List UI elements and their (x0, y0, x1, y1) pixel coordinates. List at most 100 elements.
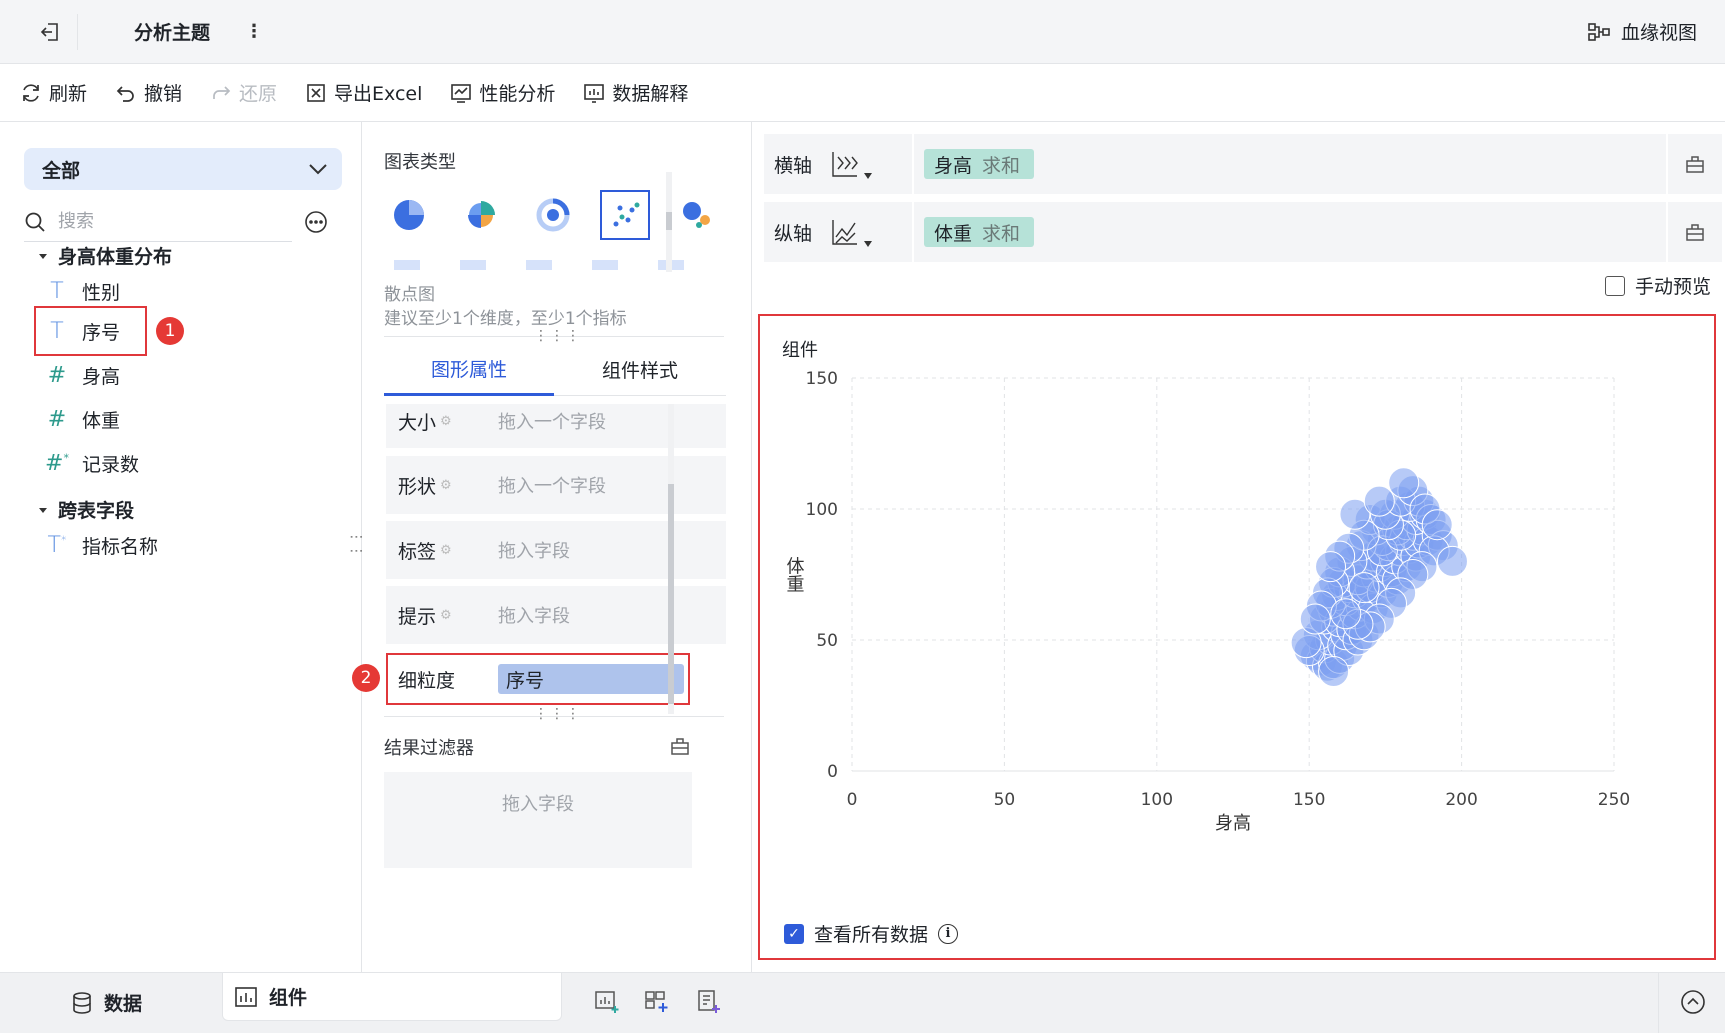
view-all-data-checkbox[interactable]: ✓ (784, 923, 804, 944)
y-axis-filter-icon[interactable] (1666, 202, 1722, 262)
prop-label[interactable]: 标签 ⚙ 拖入字段 (386, 521, 726, 579)
tab-component[interactable]: 组件 (222, 973, 562, 1021)
field-label: 指标名称 (82, 536, 159, 558)
export-excel-label: 导出Excel (334, 83, 423, 105)
field-gender[interactable]: T 性别 (44, 278, 120, 305)
bottom-bar: 数据 组件 (0, 972, 1725, 1033)
field-serial[interactable]: T 序号 (44, 318, 120, 345)
chart-type-scrollbar[interactable] (666, 172, 672, 272)
performance-label: 性能分析 (479, 83, 556, 105)
prop-name: 细粒度 (398, 669, 456, 692)
x-axis-filter-icon[interactable] (1666, 134, 1722, 194)
scatter-point[interactable] (1388, 467, 1420, 499)
group-cross-table[interactable]: 跨表字段 (38, 496, 134, 523)
group-label: 跨表字段 (58, 500, 135, 522)
tab-graphic-properties[interactable]: 图形属性 (384, 344, 554, 396)
undo-icon (116, 85, 134, 102)
refresh-button[interactable]: 刷新 (20, 79, 87, 106)
scatter-point[interactable] (1348, 572, 1380, 604)
filter-drop-text: 拖入字段 (502, 794, 574, 815)
component-tab-label: 组件 (269, 987, 308, 1009)
add-story-icon[interactable] (696, 989, 722, 1015)
bubble-chart-icon[interactable] (672, 190, 722, 240)
prop-tooltip[interactable]: 提示 ⚙ 拖入字段 (386, 586, 726, 644)
search-input[interactable] (58, 211, 258, 232)
y-axis-row: 纵轴 体重 求和 (764, 202, 1722, 262)
properties-scrollbar[interactable] (668, 404, 674, 714)
search-box (24, 202, 292, 242)
x-tick-label: 200 (1445, 790, 1477, 810)
tab-data[interactable]: 数据 (72, 989, 142, 1016)
scatter-point[interactable] (1330, 598, 1362, 630)
field-record-count[interactable]: #* 记录数 (44, 450, 139, 477)
axis-label-text: 横轴 (774, 154, 813, 177)
y-tick-label: 50 (816, 631, 838, 651)
y-field-pill[interactable]: 体重 求和 (924, 217, 1035, 247)
export-excel-button[interactable]: 导出Excel (305, 79, 422, 106)
chart-type-name: 散点图 (384, 285, 435, 305)
page-title: 分析主题 (134, 22, 211, 44)
y-axis-settings-icon[interactable] (830, 217, 873, 247)
scope-select[interactable]: 全部 (24, 148, 342, 190)
view-all-data-toggle[interactable]: ✓ 查看所有数据 i (784, 920, 959, 947)
scatter-chart-icon[interactable] (600, 190, 650, 240)
exit-icon[interactable] (22, 14, 78, 50)
redo-label: 还原 (239, 83, 278, 105)
manual-preview-toggle[interactable]: 手动预览 (1604, 272, 1711, 299)
search-icon (25, 212, 45, 232)
pie-chart-icon[interactable] (384, 190, 434, 240)
collapse-up-icon[interactable] (1680, 989, 1706, 1015)
prop-shape[interactable]: 形状 ⚙ 拖入一个字段 (386, 456, 726, 514)
donut-chart-icon[interactable] (528, 190, 578, 240)
add-dashboard-icon[interactable] (644, 989, 670, 1015)
pill-aggregation: 求和 (982, 154, 1021, 177)
caret-down-icon (39, 253, 47, 259)
scatter-point[interactable] (1421, 509, 1453, 541)
filter-settings-icon[interactable] (670, 736, 690, 756)
x-axis-settings-icon[interactable] (830, 149, 873, 179)
refresh-icon (23, 83, 39, 102)
scatter-point[interactable] (1436, 545, 1468, 577)
resize-handle[interactable]: ⋮⋮⋮ (534, 328, 582, 344)
x-field-pill[interactable]: 身高 求和 (924, 149, 1035, 179)
more-options-icon[interactable]: ⋮ (244, 18, 264, 44)
group-height-weight[interactable]: 身高体重分布 (38, 242, 172, 269)
result-filter-drop-zone[interactable]: 拖入字段 (384, 772, 692, 868)
field-indicator-name[interactable]: T* 指标名称 (44, 532, 159, 559)
config-panel: 图表类型 散点图 建议至少1个维度，至少1个指标 ⋮⋮⋮ 图形属性 组件样式 大… (352, 122, 752, 972)
scatter-chart: 0 50 100 150 200 250 0 50 100 150 身高 体重 (784, 369, 1631, 834)
prop-name: 形状 ⚙ (398, 475, 452, 498)
add-component-icon[interactable] (594, 989, 620, 1015)
prop-granularity[interactable]: 细粒度 序号 (386, 653, 690, 705)
rose-chart-icon[interactable] (456, 190, 506, 240)
result-filter-heading: 结果过滤器 (384, 738, 474, 759)
scatter-point[interactable] (1363, 485, 1395, 517)
y-tick-label: 0 (827, 762, 838, 782)
field-label: 体重 (82, 410, 121, 432)
field-weight[interactable]: # 体重 (44, 406, 120, 433)
scatter-point[interactable] (1315, 551, 1347, 583)
dimension-text-icon: T (50, 279, 64, 304)
refresh-label: 刷新 (49, 83, 88, 105)
more-circle-icon[interactable] (304, 210, 328, 234)
scatter-point[interactable] (1318, 655, 1350, 687)
info-icon[interactable]: i (938, 923, 959, 944)
tab-component-style[interactable]: 组件样式 (554, 344, 726, 396)
prop-size[interactable]: 大小 ⚙ 拖入一个字段 (386, 404, 726, 448)
measure-calculated-icon: #* (45, 451, 69, 476)
performance-button[interactable]: 性能分析 (450, 79, 555, 106)
resize-handle[interactable]: ⋮⋮⋮ (534, 706, 582, 722)
undo-button[interactable]: 撤销 (115, 79, 182, 106)
granularity-field-pill[interactable]: 序号 (498, 664, 684, 694)
lineage-view-button[interactable]: 血缘视图 (1587, 18, 1697, 45)
field-height[interactable]: # 身高 (44, 362, 120, 389)
redo-button[interactable]: 还原 (210, 79, 277, 106)
pill-aggregation: 求和 (982, 222, 1021, 245)
canvas-panel: 横轴 身高 求和 纵轴 体重 求和 手动预览 组件 0 50 100 150 2… (752, 122, 1725, 972)
scatter-point[interactable] (1299, 603, 1331, 635)
pill-field: 身高 (934, 154, 973, 177)
data-explain-button[interactable]: 数据解释 (583, 79, 688, 106)
manual-preview-checkbox[interactable] (1604, 275, 1625, 296)
step-badge-1: 1 (156, 317, 184, 345)
view-all-data-label: 查看所有数据 (814, 924, 929, 946)
